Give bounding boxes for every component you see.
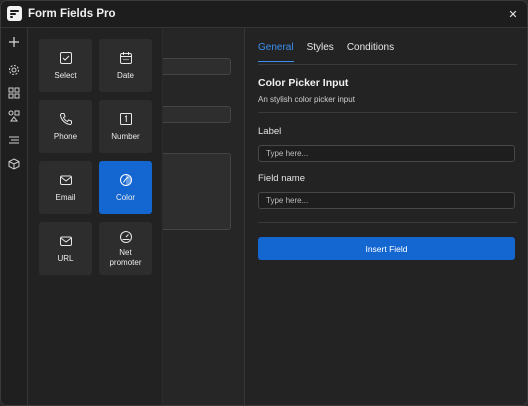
- left-rail: [1, 28, 28, 405]
- checkbox-icon: [59, 51, 72, 64]
- field-tile-number[interactable]: Number: [99, 100, 152, 153]
- app-title: Form Fields Pro: [28, 8, 116, 20]
- cube-icon[interactable]: [7, 157, 21, 171]
- field-type-title: Color Picker Input: [258, 77, 349, 89]
- tab-conditions[interactable]: Conditions: [347, 42, 394, 62]
- field-tile-email[interactable]: Email: [39, 161, 92, 214]
- insert-field-button[interactable]: Insert Field: [258, 237, 515, 260]
- tile-label: Net promoter: [109, 247, 142, 267]
- gauge-icon: [119, 230, 132, 243]
- field-tile-net-promoter[interactable]: Net promoter: [99, 222, 152, 275]
- tile-label: Select: [54, 70, 77, 80]
- settings-tabs: General Styles Conditions: [258, 42, 394, 62]
- mail-icon: [59, 175, 72, 185]
- tabs-divider: [258, 64, 517, 65]
- calendar-icon: [119, 51, 132, 64]
- field-tile-url[interactable]: URL: [39, 222, 92, 275]
- label-field-label: Label: [258, 126, 282, 137]
- number-icon: [119, 112, 132, 125]
- field-name-label: Field name: [258, 173, 305, 184]
- gear-icon[interactable]: [7, 63, 21, 77]
- blocks-icon[interactable]: [7, 86, 21, 100]
- color-icon: [119, 173, 132, 186]
- field-picker: Select Date Phone Number Email Color URL: [29, 29, 163, 405]
- section-divider: [258, 112, 517, 113]
- tab-styles[interactable]: Styles: [307, 42, 334, 62]
- tile-label: Date: [117, 70, 134, 80]
- mail-icon: [59, 236, 72, 246]
- tile-label: Color: [115, 192, 136, 202]
- align-icon[interactable]: [7, 133, 21, 147]
- tab-general[interactable]: General: [258, 42, 294, 62]
- tile-label: URL: [57, 253, 74, 263]
- tile-label: Number: [111, 131, 140, 141]
- section-divider: [258, 222, 517, 223]
- phone-icon: [59, 112, 72, 125]
- app-window: Form Fields Pro ✕ Select Date Phone Numb…: [0, 0, 528, 406]
- label-input[interactable]: [258, 145, 515, 162]
- plus-icon[interactable]: [7, 35, 21, 49]
- settings-panel: General Styles Conditions Color Picker I…: [244, 28, 527, 405]
- field-name-input[interactable]: [258, 192, 515, 209]
- field-tile-color[interactable]: Color: [99, 161, 152, 214]
- tile-label: Phone: [53, 131, 78, 141]
- tile-label: Email: [55, 192, 76, 202]
- title-bar: Form Fields Pro ✕: [1, 1, 527, 28]
- field-tile-select[interactable]: Select: [39, 39, 92, 92]
- shapes-icon[interactable]: [7, 109, 21, 123]
- close-icon: ✕: [508, 8, 518, 21]
- field-tile-date[interactable]: Date: [99, 39, 152, 92]
- close-button[interactable]: ✕: [505, 6, 521, 22]
- app-logo-icon: [7, 6, 22, 21]
- field-tile-phone[interactable]: Phone: [39, 100, 92, 153]
- field-type-description: An stylish color picker input: [258, 95, 355, 104]
